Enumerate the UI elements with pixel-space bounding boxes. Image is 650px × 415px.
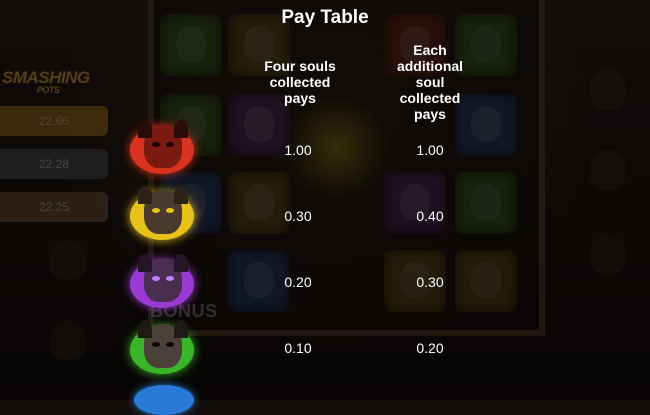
purple-eye xyxy=(152,276,160,281)
each-additional-value: 1.00 xyxy=(416,142,444,158)
pay-table-title: Pay Table xyxy=(281,7,369,28)
four-souls-value: 0.30 xyxy=(284,208,312,224)
purple-eye xyxy=(166,276,174,281)
blue-soul-icon xyxy=(134,385,194,415)
red-eye xyxy=(166,142,174,147)
header-four-souls: Four souls collected pays xyxy=(264,58,336,106)
green-horn xyxy=(174,320,188,338)
red-eye xyxy=(152,142,160,147)
four-souls-value: 0.10 xyxy=(284,340,312,356)
purple-horn xyxy=(174,254,188,272)
pay-row-purple: 0.20 0.30 xyxy=(0,252,650,312)
yellow-horn xyxy=(174,186,188,204)
green-soul-icon xyxy=(128,318,200,378)
four-souls-value: 1.00 xyxy=(284,142,312,158)
pay-row-red: 1.00 1.00 xyxy=(0,118,650,178)
green-eye xyxy=(152,342,160,347)
header-each-additional: Each additional soul collected pays xyxy=(396,42,464,122)
yellow-eye xyxy=(166,208,174,213)
yellow-horn xyxy=(138,186,152,204)
each-additional-value: 0.40 xyxy=(416,208,444,224)
green-horn xyxy=(138,320,152,338)
red-horn xyxy=(174,120,188,138)
each-additional-value: 0.20 xyxy=(416,340,444,356)
green-eye xyxy=(166,342,174,347)
purple-horn xyxy=(138,254,152,272)
red-horn xyxy=(138,120,152,138)
red-soul-icon xyxy=(128,118,200,178)
purple-soul-icon xyxy=(128,252,200,312)
yellow-soul-icon xyxy=(128,184,200,244)
each-additional-value: 0.30 xyxy=(416,274,444,290)
pay-row-yellow: 0.30 0.40 xyxy=(0,184,650,244)
four-souls-value: 0.20 xyxy=(284,274,312,290)
yellow-eye xyxy=(152,208,160,213)
pay-row-green: 0.10 0.20 xyxy=(0,318,650,378)
